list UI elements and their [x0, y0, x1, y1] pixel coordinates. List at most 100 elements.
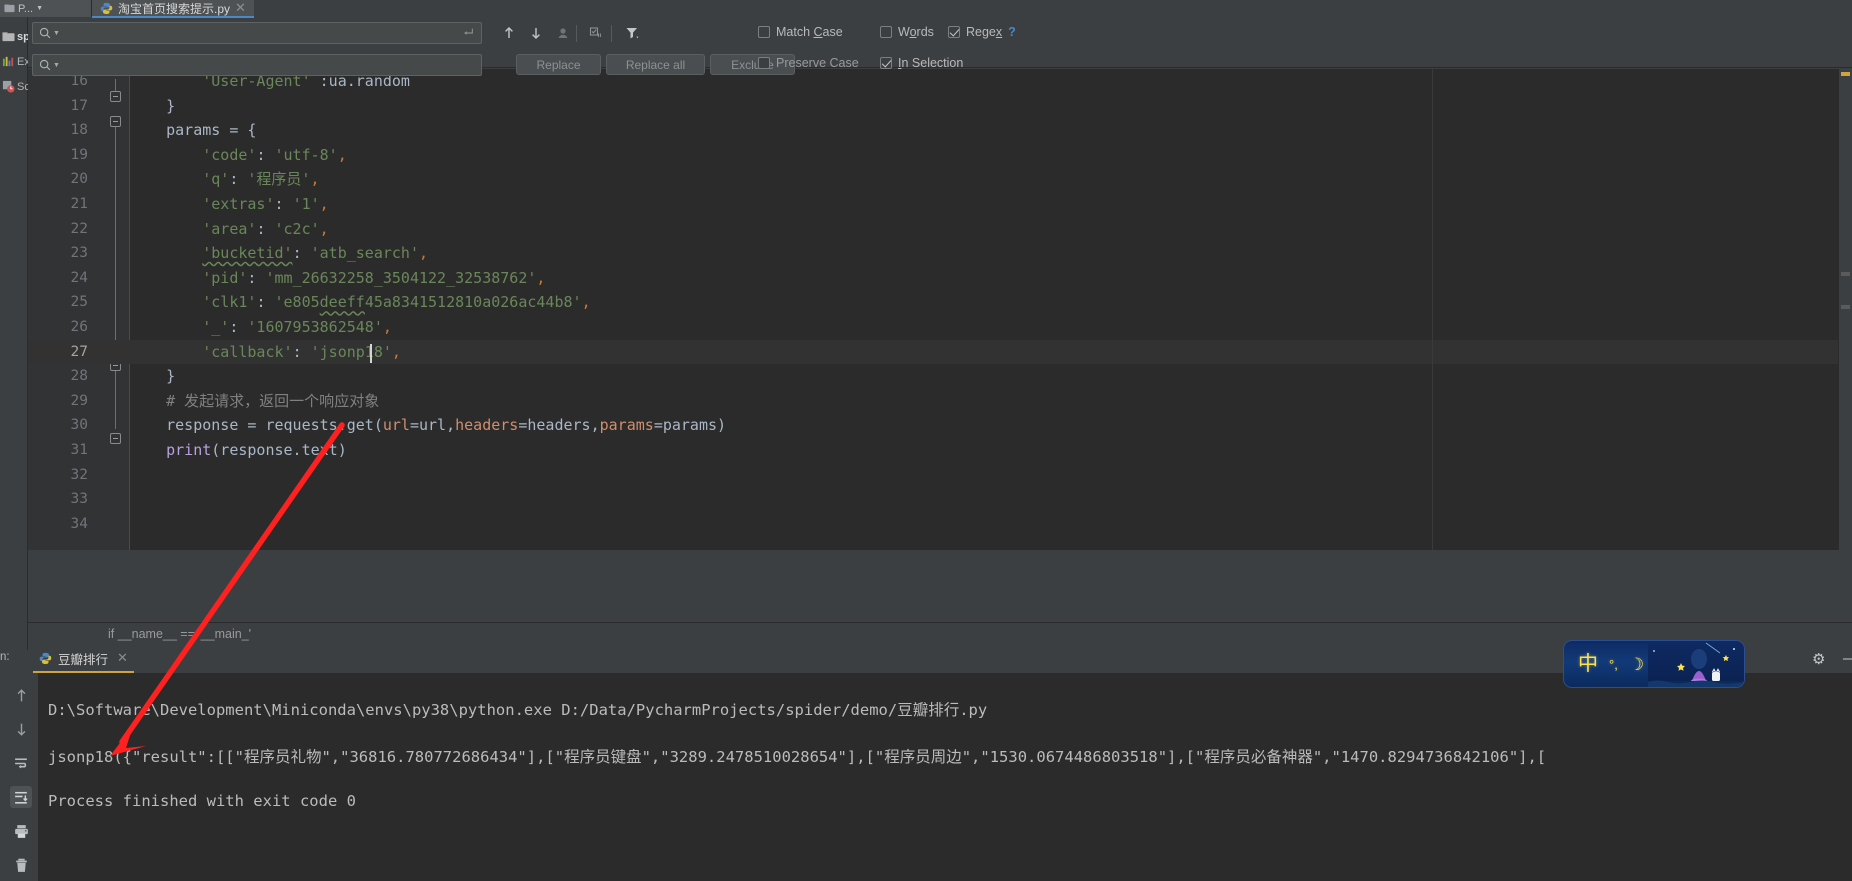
sidebar-item-label-ex: Ex	[17, 55, 28, 68]
editor-line-19[interactable]: 19 'code': 'utf-8',	[28, 143, 1852, 168]
search-icon	[39, 27, 51, 39]
code-editor[interactable]: 16 'User-Agent' :ua.random 17 } 18 params …	[28, 69, 1852, 550]
editor-tabbar: 淘宝首页搜索提示.py ✕	[92, 0, 1852, 18]
match-case-checkbox[interactable]: Match Case	[758, 25, 843, 39]
arrow-up-icon	[17, 688, 25, 701]
preserve-case-checkbox[interactable]: Preserve Case	[758, 56, 859, 70]
trash-icon	[15, 858, 27, 872]
line-content-31: print(response.text)	[166, 441, 347, 459]
editor-line-27[interactable]: 27 'callback': 'jsonp18',	[28, 339, 1852, 365]
line-content-30: response = requests.get(url=url,headers=…	[166, 416, 727, 435]
sidebar-item-sc[interactable]: Sc	[0, 80, 28, 93]
in-selection-label: In Selection	[898, 56, 964, 70]
line-number-19: 19	[70, 146, 88, 163]
select-all-occurrences-button[interactable]	[552, 22, 574, 44]
chinese-mode-icon[interactable]: 中	[1578, 654, 1598, 674]
punctuation-icon[interactable]: °,	[1609, 658, 1618, 671]
find-next-button[interactable]	[525, 22, 547, 44]
editor-line-22[interactable]: 22 'area': 'c2c',	[28, 217, 1852, 242]
regex-checkbox-box[interactable]	[948, 26, 960, 38]
editor-line-31[interactable]: 31 print(response.text)	[28, 438, 1852, 463]
run-toolwindow-label[interactable]: n:	[0, 651, 22, 663]
editor-line-28[interactable]: 28 }	[28, 364, 1852, 389]
editor-line-34[interactable]: 34	[28, 512, 1852, 537]
toolbar-divider	[576, 25, 577, 42]
change-marker[interactable]	[1841, 305, 1850, 309]
words-checkbox-box[interactable]	[880, 26, 892, 38]
soft-wrap-icon	[14, 757, 27, 768]
clear-all-button[interactable]	[10, 854, 32, 876]
soft-wrap-button[interactable]	[10, 752, 32, 774]
in-selection-checkbox-box[interactable]	[880, 57, 892, 69]
caret-marker[interactable]	[1841, 272, 1850, 276]
replace-history-caret-icon[interactable]: ▼	[53, 62, 60, 69]
sidebar-item-sp[interactable]: sp	[0, 30, 28, 43]
regex-help-link[interactable]: ?	[1008, 25, 1016, 39]
line-number-23: 23	[70, 245, 88, 262]
editor-line-23[interactable]: 23 'bucketid': 'atb_search',	[28, 241, 1852, 266]
scroll-to-end-button[interactable]	[10, 786, 32, 808]
match-case-checkbox-box[interactable]	[758, 26, 770, 38]
find-previous-button[interactable]	[498, 22, 520, 44]
editor-tab[interactable]: 淘宝首页搜索提示.py ✕	[92, 0, 254, 18]
editor-line-20[interactable]: 20 'q': '程序员',	[28, 167, 1852, 192]
gear-icon[interactable]: ⚙	[1812, 650, 1825, 668]
moon-icon[interactable]: ☽	[1629, 656, 1644, 673]
scroll-up-button[interactable]	[10, 684, 32, 706]
open-in-find-window-button[interactable]	[585, 22, 607, 44]
words-checkbox[interactable]: Words	[880, 25, 934, 39]
run-tab-title: 豆瓣排行	[58, 652, 109, 667]
print-button[interactable]	[10, 820, 32, 842]
ime-skin-artwork	[1648, 641, 1744, 687]
line-number-28: 28	[70, 368, 88, 385]
replace-input[interactable]	[62, 58, 475, 72]
editor-line-25[interactable]: 25 'clk1': 'e805deeff45a8341512810a026ac…	[28, 290, 1852, 315]
ime-floating-bar[interactable]: 中 °, ☽ ★	[1563, 640, 1745, 688]
folder-icon	[2, 32, 15, 42]
editor-marker-gutter[interactable]	[1838, 69, 1852, 550]
editor-line-17[interactable]: 17 }	[28, 94, 1852, 119]
editor-line-21[interactable]: 21 'extras': '1',	[28, 192, 1852, 217]
sidebar-item-label-sc: Sc	[17, 80, 28, 93]
replace-field[interactable]: ▼	[32, 54, 482, 76]
console-output[interactable]: D:\Software\Development\Miniconda\envs\p…	[38, 673, 1852, 881]
run-tab[interactable]: 豆瓣排行 ✕	[33, 645, 134, 673]
arrow-up-icon	[505, 27, 513, 38]
window-controls-background	[1745, 640, 1852, 670]
preserve-case-checkbox-box[interactable]	[758, 57, 770, 69]
search-history-caret-icon[interactable]: ▼	[53, 30, 60, 37]
search-input[interactable]	[62, 26, 458, 40]
search-field[interactable]: ▼	[32, 22, 482, 44]
editor-line-33[interactable]: 33	[28, 487, 1852, 512]
line-number-30: 30	[70, 417, 88, 434]
editor-line-29[interactable]: 29 # 发起请求，返回一个响应对象	[28, 389, 1852, 414]
pycharm-window: P... ▼ sp Ex Sc 淘宝首页搜索提示.py ✕ ▼ ▼ Replac…	[0, 0, 1852, 881]
chart-bars-icon	[2, 56, 14, 67]
filter-button[interactable]	[621, 22, 643, 44]
printer-icon	[14, 824, 28, 838]
sidebar-item-ex[interactable]: Ex	[0, 55, 28, 68]
replace-button[interactable]: Replace	[516, 54, 601, 75]
replace-all-button[interactable]: Replace all	[606, 54, 705, 75]
close-icon[interactable]: ✕	[235, 0, 246, 16]
editor-line-30[interactable]: 30 response = requests.get(url=url,heade…	[28, 413, 1852, 438]
editor-line-24[interactable]: 24 'pid': 'mm_26632258_3504122_32538762'…	[28, 266, 1852, 291]
project-toolwindow-tab[interactable]: P... ▼	[0, 0, 92, 17]
enter-multiline-icon[interactable]	[461, 26, 475, 40]
scroll-down-button[interactable]	[10, 718, 32, 740]
console-line-exit: Process finished with exit code 0	[48, 792, 356, 810]
editor-line-32[interactable]: 32	[28, 463, 1852, 488]
line-content-29: # 发起请求，返回一个响应对象	[166, 391, 380, 410]
replace-button-label: Replace	[536, 57, 581, 72]
warning-marker[interactable]	[1841, 72, 1850, 76]
close-icon[interactable]: ✕	[117, 650, 128, 666]
regex-checkbox[interactable]: Regex ?	[948, 25, 1016, 39]
open-in-find-window-icon	[589, 27, 601, 37]
line-content-19: 'code': 'utf-8',	[202, 145, 347, 164]
editor-line-26[interactable]: 26 '_': '1607953862548',	[28, 315, 1852, 340]
line-content-20: 'q': '程序员',	[202, 170, 320, 189]
editor-line-18[interactable]: 18 params = {	[28, 118, 1852, 143]
line-content-21: 'extras': '1',	[202, 195, 329, 213]
minimize-icon[interactable]: —	[1843, 650, 1852, 667]
in-selection-checkbox[interactable]: In Selection	[880, 56, 963, 70]
